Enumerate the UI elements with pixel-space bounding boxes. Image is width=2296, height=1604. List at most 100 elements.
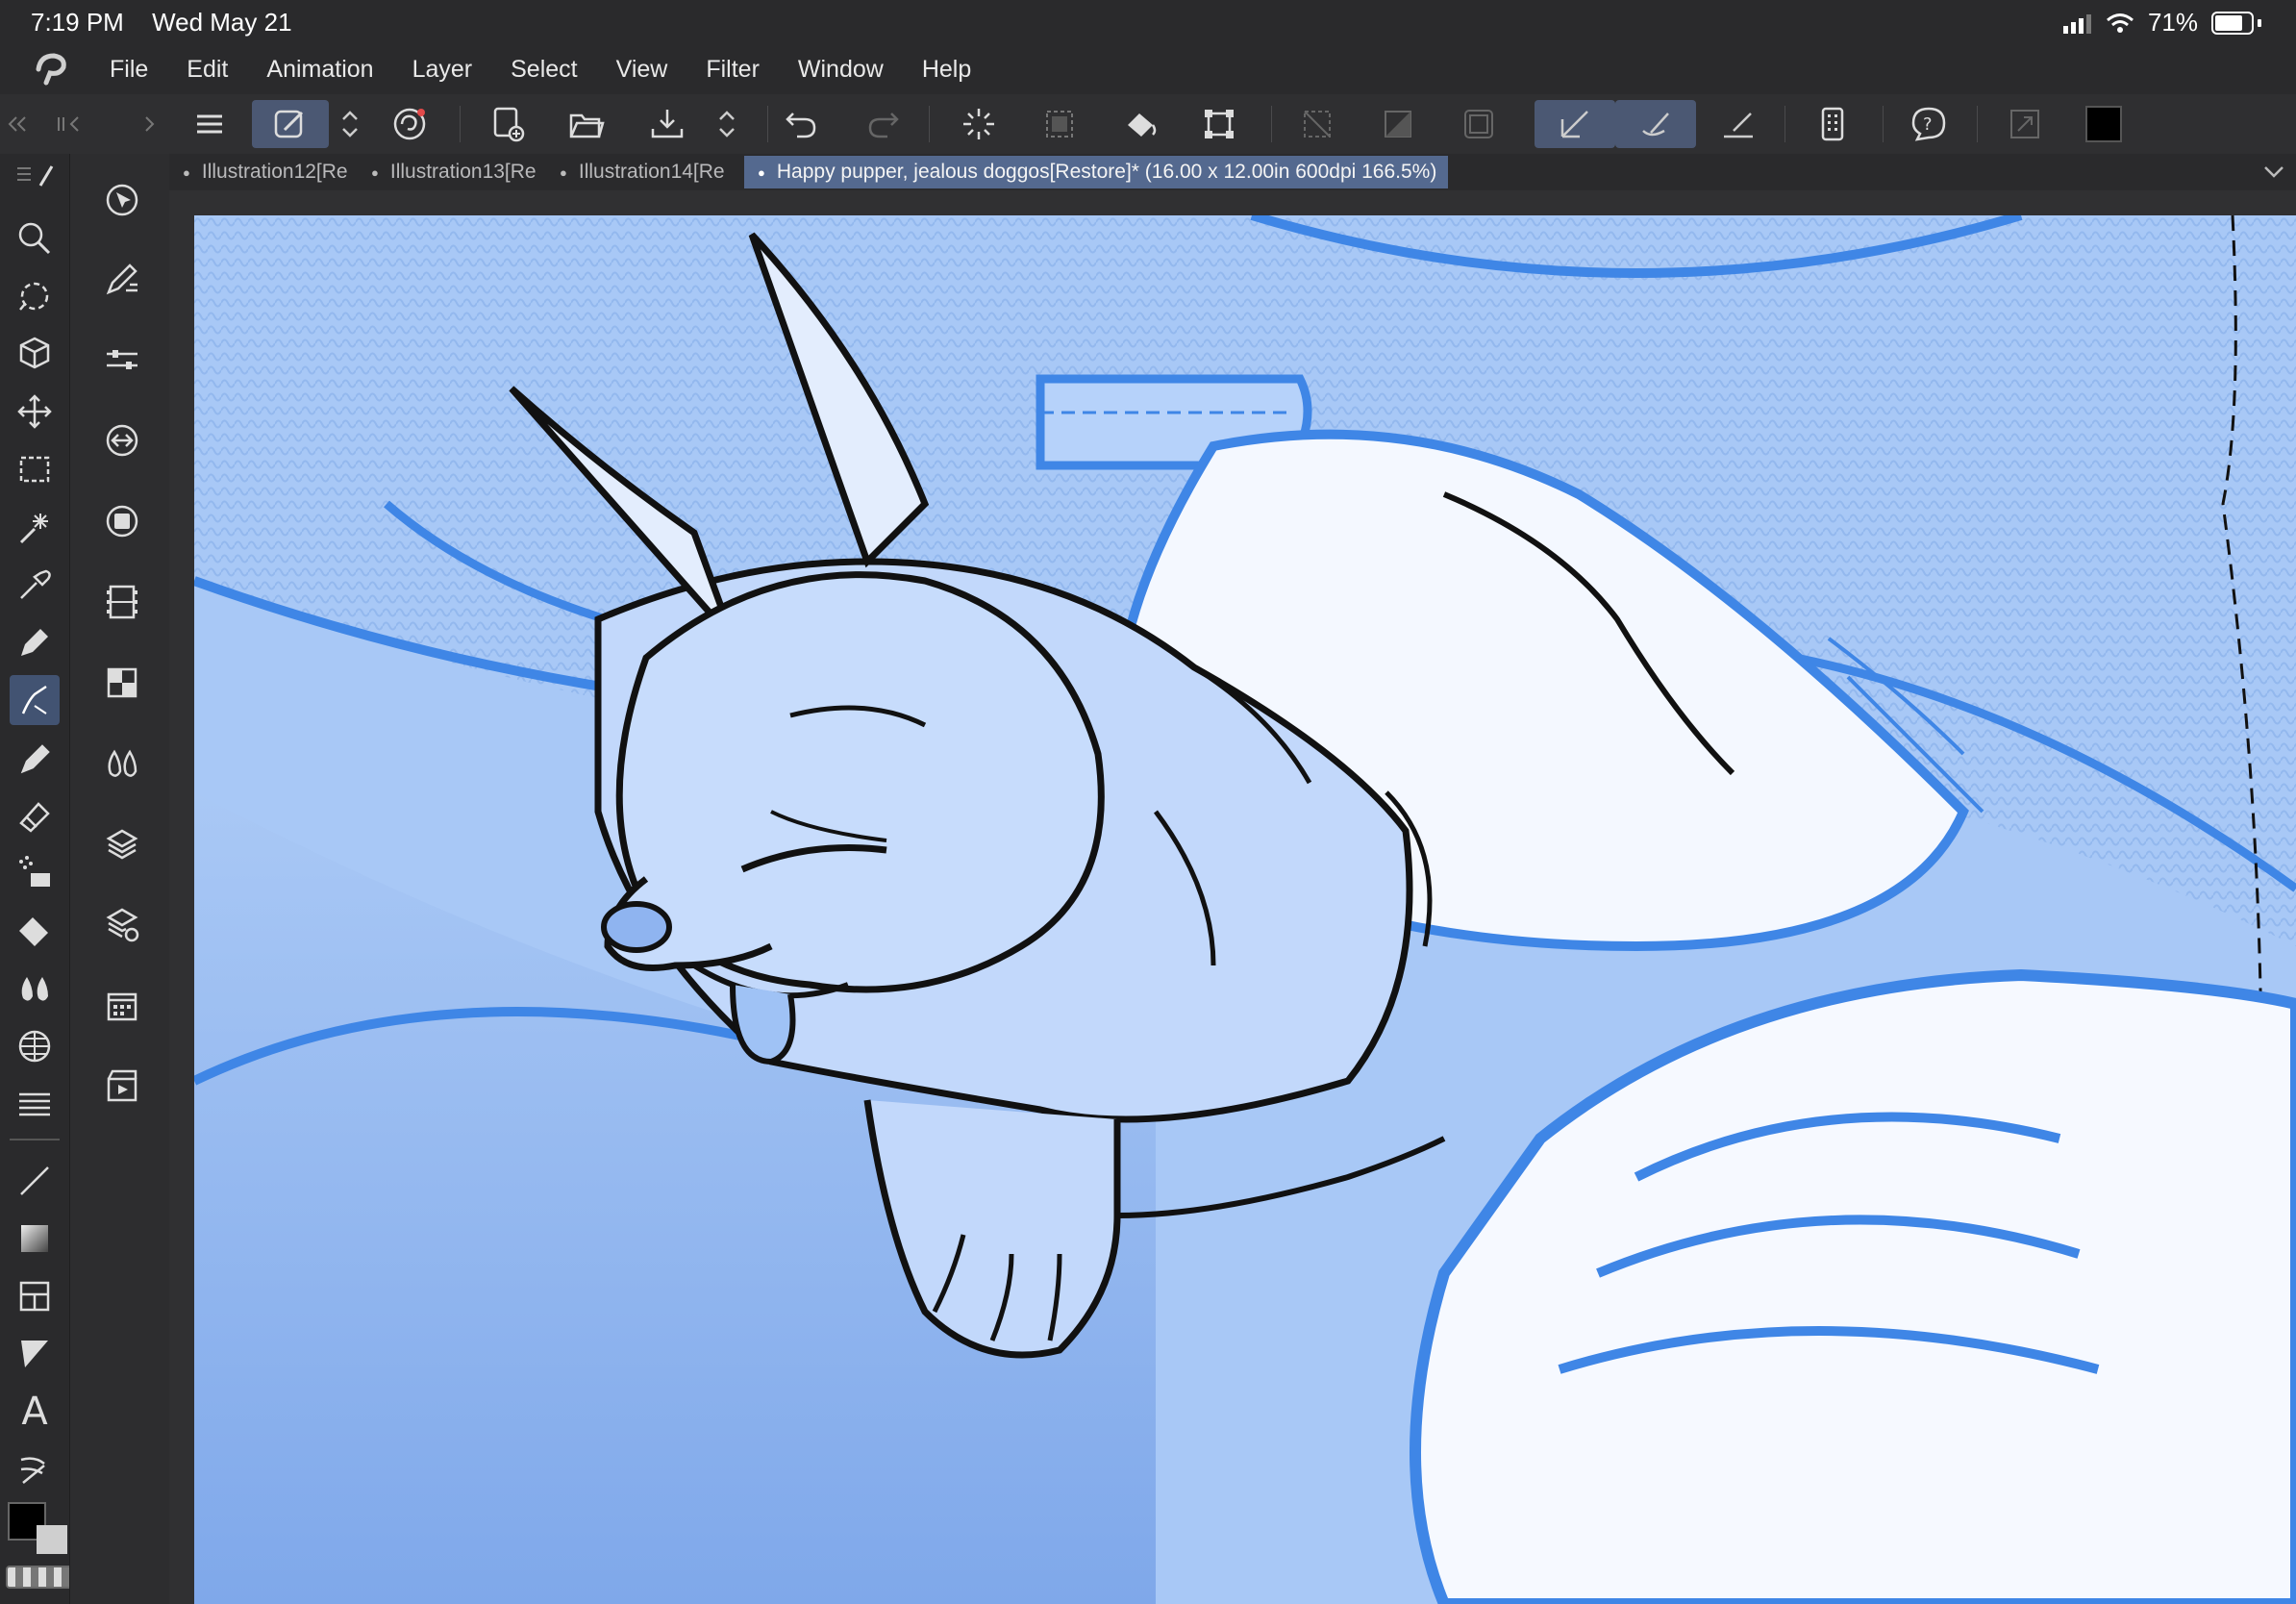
frame-border-icon[interactable] <box>10 1271 60 1321</box>
layer-property-icon[interactable] <box>91 894 153 956</box>
tab-happy-pupper[interactable]: Happy pupper, jealous doggos[Restore]* (… <box>744 156 1448 188</box>
companion-mode-icon[interactable] <box>1806 100 1859 148</box>
color-grid-icon[interactable] <box>91 652 153 714</box>
transparent-color-swatch[interactable] <box>6 1566 79 1589</box>
undo-icon[interactable] <box>775 100 829 148</box>
menu-select[interactable]: Select <box>511 56 577 84</box>
command-bar: ? <box>0 94 2296 155</box>
invert-selection-icon[interactable] <box>1371 100 1425 148</box>
lines-list-icon[interactable] <box>10 1079 60 1129</box>
balloon-icon[interactable] <box>10 1329 60 1379</box>
snap-to-special-ruler-button[interactable] <box>1615 100 1696 148</box>
selection-rect-icon[interactable] <box>10 444 60 494</box>
expand-right-icon[interactable] <box>135 100 165 148</box>
ios-status-bar: 7:19 PM Wed May 21 71% <box>0 0 2296 44</box>
separator <box>1271 106 1272 142</box>
clear-layer-icon[interactable] <box>952 100 1006 148</box>
sub-tool-pen-icon[interactable] <box>91 248 153 310</box>
move-layer-icon[interactable] <box>10 387 60 437</box>
menu-filter[interactable]: Filter <box>706 56 760 84</box>
tab-label: Happy pupper, jealous doggos[Restore]* (… <box>776 161 1437 183</box>
operation-3d-icon[interactable] <box>10 329 60 379</box>
color-wheel-icon[interactable] <box>91 410 153 471</box>
tabs-dropdown-chevron-icon[interactable] <box>2261 160 2286 188</box>
menu-file[interactable]: File <box>110 56 148 84</box>
tab-illustration14[interactable]: Illustration14[Re <box>546 156 738 188</box>
status-indicators: 71% <box>2062 8 2261 38</box>
separator <box>460 106 461 142</box>
mode-switch-chevron-icon[interactable] <box>331 100 369 148</box>
selection-border-icon[interactable] <box>1452 100 1506 148</box>
tool-property-icon[interactable] <box>91 329 153 390</box>
menu-edit[interactable]: Edit <box>187 56 228 84</box>
layers-icon[interactable] <box>91 814 153 875</box>
pencil-tool-icon[interactable] <box>10 675 60 725</box>
magic-wand-icon[interactable] <box>10 502 60 552</box>
material-grid-icon[interactable] <box>91 975 153 1037</box>
artwork <box>194 215 2296 1604</box>
transform-icon[interactable] <box>1192 100 1246 148</box>
document-tabs: Illustration12[Re Illustration13[Re Illu… <box>169 154 2296 190</box>
menu-window[interactable]: Window <box>798 56 884 84</box>
save-icon[interactable] <box>640 100 694 148</box>
gradient-icon[interactable] <box>10 1214 60 1264</box>
rotate-view-icon[interactable] <box>10 271 60 321</box>
eyedropper-icon[interactable] <box>10 560 60 610</box>
pen-nib-icon[interactable] <box>10 617 60 667</box>
status-clock: 7:19 PM Wed May 21 <box>31 8 313 38</box>
approximate-color-icon[interactable] <box>91 733 153 794</box>
fill-tool-icon[interactable] <box>10 906 60 956</box>
brush-icon[interactable] <box>10 733 60 783</box>
ruler-vertical <box>169 215 194 1604</box>
menu-bar: File Edit Animation Layer Select View Fi… <box>0 44 2296 94</box>
quick-access-icon[interactable] <box>91 169 153 231</box>
fill-selection-icon[interactable] <box>1033 100 1086 148</box>
eraser-icon[interactable] <box>10 790 60 840</box>
tab-label: Illustration12[Re <box>201 161 348 183</box>
status-date: Wed May 21 <box>152 8 292 37</box>
deselect-icon[interactable] <box>1290 100 1344 148</box>
airbrush-icon[interactable] <box>10 848 60 898</box>
snap-to-ruler-button[interactable] <box>1535 100 1615 148</box>
correct-line-icon[interactable] <box>10 1444 60 1494</box>
menu-animation[interactable]: Animation <box>266 56 373 84</box>
tab-illustration13[interactable]: Illustration13[Re <box>358 156 544 188</box>
fill-bucket-icon[interactable] <box>1113 100 1167 148</box>
wifi-icon <box>2106 13 2134 33</box>
hamburger-menu-icon[interactable] <box>183 100 237 148</box>
drawing-canvas[interactable] <box>194 215 2296 1604</box>
help-chat-icon[interactable]: ? <box>1902 100 1956 148</box>
menu-layer[interactable]: Layer <box>412 56 473 84</box>
sub-color-swatch[interactable] <box>37 1525 67 1554</box>
new-canvas-icon[interactable] <box>481 100 535 148</box>
svg-text:?: ? <box>1923 114 1933 135</box>
save-options-chevron-icon[interactable] <box>708 100 746 148</box>
tab-illustration12[interactable]: Illustration12[Re <box>169 156 356 188</box>
menu-help[interactable]: Help <box>922 56 971 84</box>
snap-to-grid-icon[interactable] <box>1711 100 1765 148</box>
collapse-panel-icon[interactable] <box>54 100 85 148</box>
open-file-icon[interactable] <box>560 100 613 148</box>
figure-line-icon[interactable] <box>10 1156 60 1206</box>
redo-icon[interactable] <box>856 100 910 148</box>
menu-view[interactable]: View <box>616 56 668 84</box>
tool-separator <box>10 1139 60 1140</box>
animation-cel-icon[interactable] <box>91 1056 153 1117</box>
battery-icon <box>2211 11 2254 35</box>
color-set-icon[interactable] <box>91 490 153 552</box>
separator <box>1784 106 1785 142</box>
grid-sphere-icon[interactable] <box>10 1021 60 1071</box>
timeline-film-icon[interactable] <box>91 571 153 633</box>
text-tool-icon[interactable]: A <box>10 1387 60 1437</box>
battery-percent: 71% <box>2147 8 2198 37</box>
fullscreen-icon[interactable] <box>1998 100 2052 148</box>
blend-drops-icon[interactable] <box>10 964 60 1014</box>
clip-studio-logo-icon[interactable] <box>27 44 77 94</box>
battery-cap-icon <box>2258 18 2261 27</box>
color-swatch-black[interactable] <box>2077 100 2131 148</box>
toolbar-grip-icon[interactable] <box>10 156 60 194</box>
collapse-left-icon[interactable] <box>2 100 33 148</box>
zoom-icon[interactable] <box>10 213 60 263</box>
edit-mode-button[interactable] <box>252 100 329 148</box>
clip-studio-swirl-icon[interactable] <box>383 100 437 148</box>
